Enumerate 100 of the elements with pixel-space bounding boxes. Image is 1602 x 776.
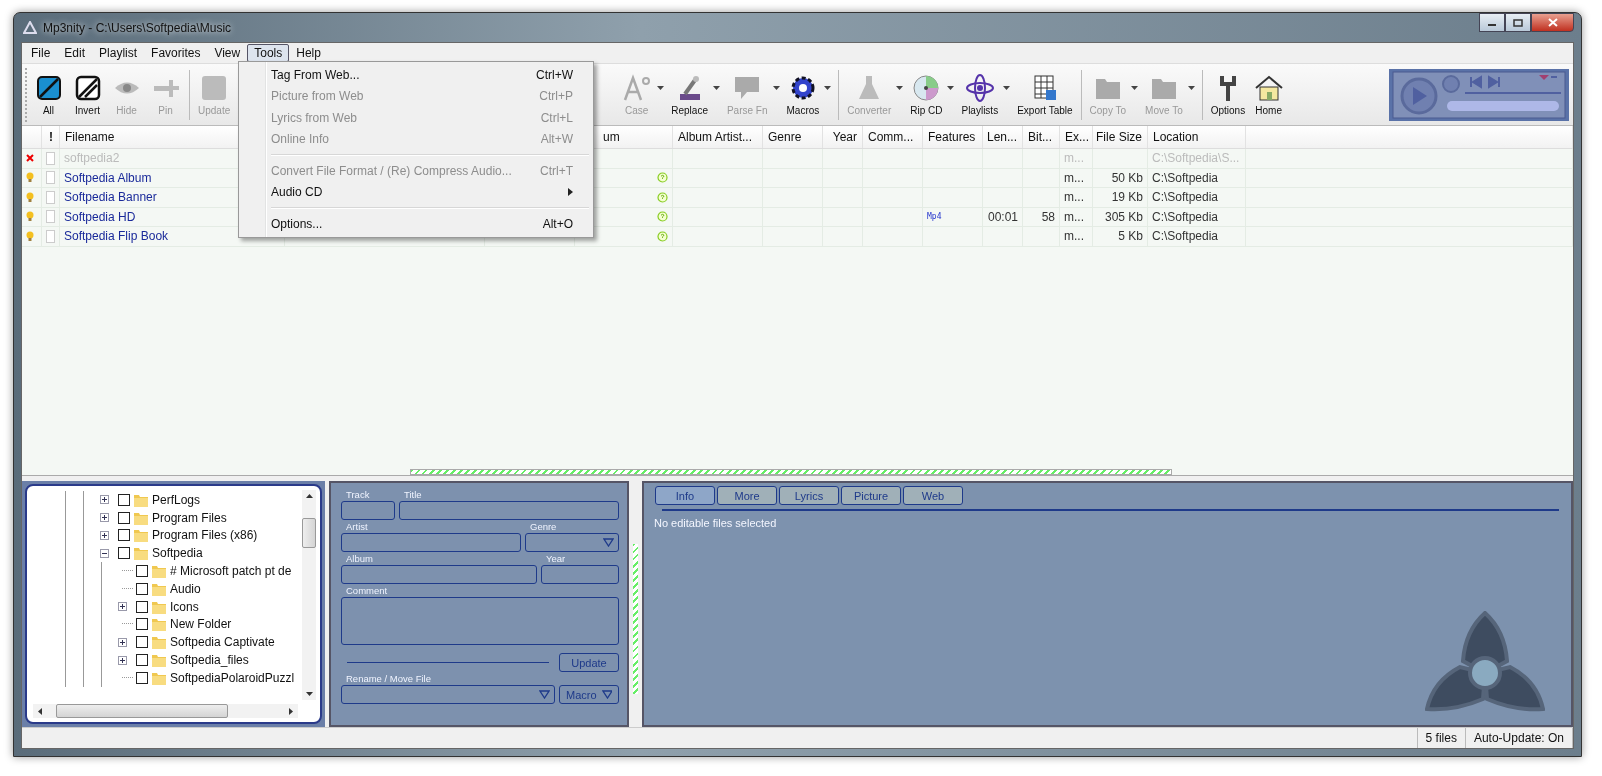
tab[interactable]: Info [655,486,715,505]
column-header[interactable]: Album Artist... [673,126,763,148]
splitter-handle[interactable] [410,469,1172,475]
rename-dropdown[interactable] [341,685,555,704]
toolbar-button[interactable]: Macros [782,71,824,118]
tree-checkbox[interactable] [118,493,130,506]
dropdown-arrow-icon[interactable] [824,85,832,90]
tree-item[interactable]: Program Files (x86) [152,528,258,543]
maximize-button[interactable] [1505,13,1531,32]
album-field[interactable] [341,565,537,584]
tree-item[interactable]: Softpedia [152,546,203,561]
tree-checkbox[interactable] [136,582,148,595]
tree-checkbox[interactable] [136,600,148,613]
row-checkbox[interactable] [46,229,55,243]
row-checkbox[interactable] [46,171,55,185]
tree-checkbox[interactable] [118,547,130,560]
cd-icon [911,73,942,102]
scrollbar-thumb[interactable] [56,704,228,718]
menu-item[interactable]: Help [289,44,328,62]
tree-checkbox[interactable] [136,565,148,578]
letter-case-icon [621,73,652,102]
tree-checkbox[interactable] [136,636,148,649]
tree-item[interactable]: Softpedia_files [170,653,249,668]
menu-item[interactable]: File [24,44,58,62]
toolbar-button[interactable]: Invert [68,71,107,118]
genre-dropdown[interactable] [525,533,619,552]
tree-item[interactable]: PerfLogs [152,492,201,507]
tab[interactable]: Picture [841,486,901,505]
status-text: 5 files [1417,728,1466,748]
folder-icon [151,563,167,580]
row-checkbox[interactable] [46,210,55,224]
tree-item[interactable]: SoftpediaPolaroidPuzzl [170,670,295,685]
folder-icon [151,652,167,669]
app-logo-icon [23,20,37,35]
column-header[interactable]: Location [1148,126,1246,148]
scroll-down-icon[interactable] [305,692,313,696]
column-header[interactable]: ! [42,126,60,148]
dropdown-arrow-icon[interactable] [947,85,955,90]
year-field[interactable] [541,565,619,584]
toolbar-button[interactable]: Options [1206,71,1250,118]
dropdown-arrow-icon[interactable] [712,85,720,90]
scrollbar-thumb[interactable] [302,518,316,548]
horizontal-scrollbar[interactable] [33,704,298,718]
title-field[interactable] [399,501,619,520]
column-header[interactable]: File Size [1093,126,1148,148]
column-header[interactable]: Bit... [1023,126,1060,148]
column-header[interactable]: Comm... [863,126,923,148]
scroll-right-icon[interactable] [289,707,293,715]
tree-checkbox[interactable] [118,529,130,542]
dropdown-arrow-icon [601,690,612,699]
tree-item[interactable]: Audio [170,581,201,596]
scroll-up-icon[interactable] [305,494,313,498]
toolbar-button[interactable]: Export Table [1013,71,1077,118]
menu-item[interactable]: Tools [247,44,290,62]
track-field[interactable] [341,501,395,520]
close-button[interactable] [1531,13,1574,32]
table-cell: C:\Softpedia [1152,170,1219,185]
table-cell: softpedia2 [64,151,120,166]
tree-item[interactable]: # Microsoft patch pt de [170,564,292,579]
minimize-button[interactable] [1479,13,1505,32]
menu-item[interactable]: Tag From Web... Ctrl+W [241,64,591,86]
tree-checkbox[interactable] [136,671,148,684]
menu-item[interactable]: Favorites [144,44,208,62]
scroll-left-icon[interactable] [38,707,42,715]
column-header[interactable]: Features [923,126,983,148]
column-header[interactable]: Year [823,126,863,148]
menu-item[interactable]: Playlist [92,44,145,62]
dropdown-arrow-icon[interactable] [1003,85,1011,90]
vertical-scrollbar[interactable] [302,490,316,700]
tab[interactable]: More [717,486,777,505]
tree-item[interactable]: Icons [170,599,199,614]
column-header[interactable]: Ex... [1060,126,1093,148]
field-label: Genre [529,521,558,533]
menu-item[interactable]: Edit [57,44,93,62]
tree-guide-line [122,587,133,590]
row-checkbox[interactable] [46,190,55,204]
field-label: Rename / Move File [345,673,432,685]
table-cell: Softpedia Banner [64,190,157,205]
comment-field[interactable] [341,597,619,645]
mini-player-drawing[interactable] [1389,68,1569,121]
toolbar-button[interactable]: All [29,71,68,118]
tree-checkbox[interactable] [118,511,130,524]
menu-item[interactable]: Options... Alt+O [241,213,591,235]
tree-checkbox[interactable] [136,618,148,631]
menu-item[interactable]: View [207,44,248,62]
tree-checkbox[interactable] [136,654,148,667]
tab[interactable]: Lyrics [779,486,839,505]
toolbar-button[interactable]: Playlists [957,71,1003,118]
submenu-item[interactable]: Audio CD [241,181,591,203]
tab[interactable]: Web [903,486,963,505]
toolbar-button[interactable]: Rip CD [906,71,947,118]
tree-item[interactable]: Softpedia Captivate [170,635,275,650]
tree-item[interactable]: New Folder [170,617,232,632]
column-header[interactable]: Len... [983,126,1023,148]
toolbar-button[interactable]: Replace [667,71,712,118]
column-header[interactable]: Genre [763,126,823,148]
tree-item[interactable]: Program Files [152,510,227,525]
splitter-handle[interactable] [633,544,638,694]
artist-field[interactable] [341,533,521,552]
toolbar-button[interactable]: Home [1249,71,1289,118]
